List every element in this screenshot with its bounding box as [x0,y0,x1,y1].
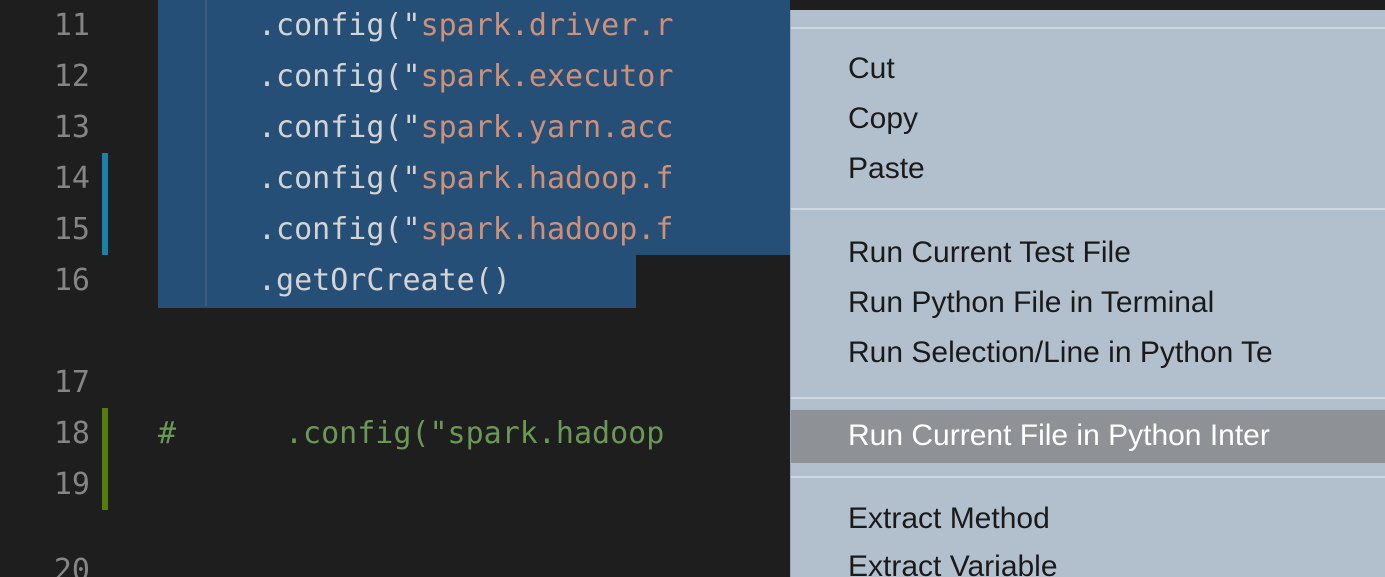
line-number: 14 [53,161,90,196]
line-number: 17 [53,365,90,400]
code-line[interactable]: 18 # .config("spark.hadoop [0,408,790,459]
indent-guide [205,153,207,204]
line-number: 12 [53,59,90,94]
menu-separator [791,476,1385,478]
code-text: .config("spark.driver.r [258,8,674,43]
comment-hash: # [158,416,177,451]
indent-guide [205,51,207,102]
added-gutter-mark [102,408,108,459]
code-text: .config("spark.executor [258,59,674,94]
line-number: 18 [53,416,90,451]
menu-item-copy[interactable]: Copy [848,99,918,139]
added-gutter-mark [102,459,108,510]
line-number: 16 [53,263,90,298]
menu-separator [791,397,1385,399]
menu-separator [791,208,1385,210]
menu-item-paste[interactable]: Paste [848,149,925,189]
code-comment: .config("spark.hadoop [285,416,665,451]
code-line[interactable]: 11 .config("spark.driver.r [0,0,790,51]
code-text: .config("spark.hadoop.f [258,161,674,196]
line-number: 11 [53,8,90,43]
menu-item-run-selection-in-python-terminal[interactable]: Run Selection/Line in Python Te [848,333,1273,373]
line-number: 13 [53,110,90,145]
code-text: .getOrCreate() [258,263,511,298]
indent-guide [205,102,207,153]
code-editor[interactable]: 11 .config("spark.driver.r 12 .config("s… [0,0,790,577]
modified-gutter-mark [102,204,108,255]
code-line[interactable]: 12 .config("spark.executor [0,51,790,102]
code-line[interactable]: 13 .config("spark.yarn.acc [0,102,790,153]
menu-item-run-current-file-in-python-interactive[interactable]: Run Current File in Python Inter [848,416,1270,456]
menu-item-cut[interactable]: Cut [848,49,895,89]
code-text: .config("spark.hadoop.f [258,212,674,247]
code-line[interactable]: 15 .config("spark.hadoop.f [0,204,790,255]
code-text: .config("spark.yarn.acc [258,110,674,145]
indent-guide [205,255,207,306]
code-line[interactable]: 14 .config("spark.hadoop.f [0,153,790,204]
menu-item-run-current-test-file[interactable]: Run Current Test File [848,233,1131,273]
line-number: 15 [53,212,90,247]
menu-item-run-python-file-in-terminal[interactable]: Run Python File in Terminal [848,283,1214,323]
line-number: 20 [53,553,90,577]
indent-guide [205,204,207,255]
modified-gutter-mark [102,153,108,204]
menu-item-extract-variable[interactable]: Extract Variable [848,547,1058,577]
menu-separator [791,27,1385,29]
code-line[interactable]: 19 [0,459,790,510]
code-line[interactable]: 16 .getOrCreate() [0,255,790,308]
code-line[interactable]: 20 [0,545,790,577]
indent-guide [205,0,207,51]
line-number: 19 [53,467,90,502]
context-menu: Cut Copy Paste Run Current Test File Run… [790,10,1385,577]
code-line[interactable]: 17 [0,357,790,408]
menu-item-extract-method[interactable]: Extract Method [848,499,1050,539]
